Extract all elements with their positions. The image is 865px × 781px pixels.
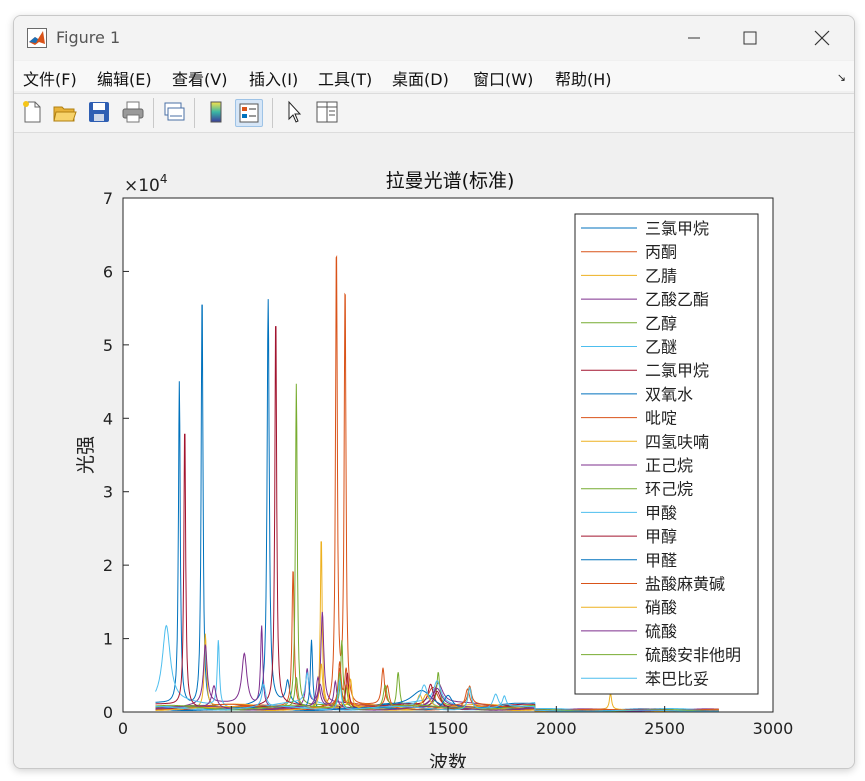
legend-label: 硝酸 — [645, 598, 677, 617]
colorbar-icon — [210, 101, 222, 123]
new-figure-button[interactable] — [19, 99, 45, 125]
y-tick-label: 3 — [103, 483, 113, 502]
legend-label: 二氯甲烷 — [645, 361, 709, 380]
legend-label: 甲醛 — [645, 551, 677, 570]
menu-view[interactable]: 查看(V) — [172, 66, 227, 90]
menu-insert[interactable]: 插入(I) — [249, 66, 298, 90]
menu-window[interactable]: 窗口(W) — [473, 66, 533, 90]
legend-label: 双氧水 — [645, 385, 693, 404]
maximize-icon — [743, 31, 757, 45]
chart-title: 拉曼光谱(标准) — [386, 170, 515, 192]
y-axis-label: 光强 — [75, 436, 97, 474]
legend-button[interactable] — [235, 99, 263, 127]
legend-label: 乙腈 — [645, 266, 677, 285]
x-tick-label: 1000 — [319, 719, 360, 738]
new-figure-icon — [23, 101, 41, 123]
save-button[interactable] — [86, 99, 112, 125]
link-plot-icon — [164, 102, 185, 121]
legend-label: 硫酸安非他明 — [645, 646, 741, 665]
legend-label: 硫酸 — [645, 622, 677, 641]
x-tick-label: 0 — [118, 719, 128, 738]
toolbar-separator — [272, 98, 273, 128]
legend-label: 正己烷 — [645, 456, 693, 475]
x-tick-label: 1500 — [428, 719, 469, 738]
legend-label: 甲醇 — [645, 527, 677, 546]
edit-plot-icon — [288, 100, 302, 123]
toolbar-separator — [194, 98, 195, 128]
legend-label: 乙醇 — [645, 314, 677, 333]
menu-tools[interactable]: 工具(T) — [318, 66, 372, 90]
menu-file[interactable]: 文件(F) — [23, 66, 77, 90]
legend-icon — [239, 103, 259, 123]
minimize-icon — [688, 37, 700, 39]
property-inspector-button[interactable] — [314, 99, 340, 125]
x-tick-label: 2500 — [644, 719, 685, 738]
x-axis-label: 波数 — [429, 752, 467, 768]
plot-area[interactable]: 0 500 1000 1500 2000 2500 3000 0 1 2 3 4 5 6 7 拉曼光谱(标准… — [14, 133, 854, 768]
open-file-icon — [53, 106, 77, 122]
legend-label: 三氯甲烷 — [645, 219, 709, 238]
y-tick-label: 6 — [103, 262, 113, 281]
figure-window: Figure 1 文件(F) 编辑(E) 查看(V) 插入(I) 工具(T) 桌… — [13, 15, 855, 769]
legend-label: 甲酸 — [645, 503, 677, 522]
minimize-button[interactable] — [672, 24, 716, 52]
open-file-button[interactable] — [52, 99, 78, 125]
y-tick-label: 7 — [103, 189, 113, 208]
print-icon — [122, 101, 144, 123]
legend-label: 丙酮 — [645, 243, 677, 262]
close-button[interactable] — [800, 24, 844, 52]
property-inspector-icon — [316, 101, 338, 123]
menu-edit[interactable]: 编辑(E) — [97, 66, 152, 90]
colorbar-button[interactable] — [203, 99, 229, 125]
edit-plot-button[interactable] — [281, 99, 307, 125]
link-plot-button[interactable] — [161, 99, 187, 125]
x-tick-label: 3000 — [753, 719, 794, 738]
y-tick-label: 0 — [103, 703, 113, 722]
y-tick-label: 2 — [103, 556, 113, 575]
toolbar-separator — [153, 98, 154, 128]
close-icon — [814, 30, 830, 46]
maximize-button[interactable] — [728, 24, 772, 52]
figure-canvas: 0 500 1000 1500 2000 2500 3000 0 1 2 3 4 5 6 7 拉曼光谱(标准… — [14, 133, 854, 768]
legend-label: 乙醚 — [645, 338, 677, 357]
legend-label: 环己烷 — [645, 480, 693, 499]
title-bar[interactable]: Figure 1 — [14, 16, 854, 60]
matlab-logo-icon — [27, 28, 47, 48]
print-button[interactable] — [120, 99, 146, 125]
save-icon — [89, 102, 109, 122]
y-tick-label: 5 — [103, 336, 113, 355]
y-axis-exponent: ×104 — [124, 172, 168, 196]
legend-label: 乙酸乙酯 — [645, 290, 709, 309]
legend-label: 盐酸麻黄碱 — [645, 575, 725, 594]
x-tick-label: 500 — [216, 719, 247, 738]
toolbar — [14, 93, 854, 133]
x-tick-label: 2000 — [536, 719, 577, 738]
menu-desktop[interactable]: 桌面(D) — [392, 66, 449, 90]
legend-label: 吡啶 — [645, 409, 677, 428]
legend-label: 苯巴比妥 — [645, 669, 709, 688]
window-title: Figure 1 — [56, 28, 121, 47]
dock-arrow-icon[interactable]: ↘ — [837, 71, 846, 84]
y-tick-label: 4 — [103, 409, 113, 428]
y-tick-label: 1 — [103, 630, 113, 649]
legend-label: 四氢呋喃 — [645, 432, 709, 451]
menu-bar: 文件(F) 编辑(E) 查看(V) 插入(I) 工具(T) 桌面(D) 窗口(W… — [14, 61, 854, 91]
menu-help[interactable]: 帮助(H) — [555, 66, 612, 90]
